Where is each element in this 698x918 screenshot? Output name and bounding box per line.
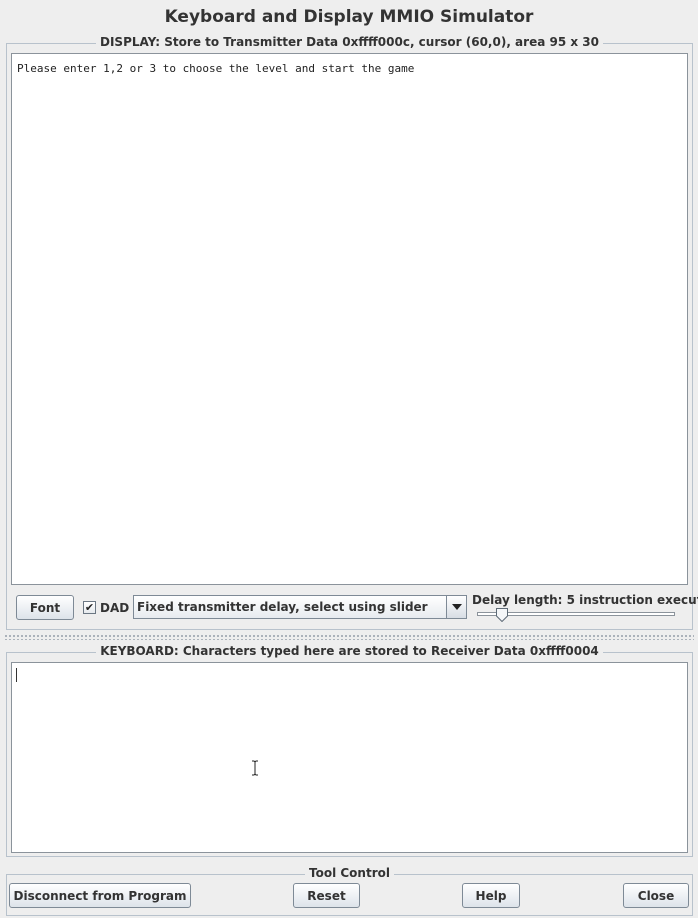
chevron-down-icon[interactable]: [446, 596, 466, 618]
tool-control-panel: Tool Control Disconnect from Program Res…: [6, 866, 693, 916]
dad-checkbox[interactable]: ✔: [83, 601, 96, 614]
display-panel: DISPLAY: Store to Transmitter Data 0xfff…: [6, 35, 698, 630]
font-button[interactable]: Font: [16, 595, 74, 620]
help-button[interactable]: Help: [462, 883, 520, 908]
disconnect-button[interactable]: Disconnect from Program: [9, 883, 191, 908]
delay-mode-selected-value: Fixed transmitter delay, select using sl…: [137, 600, 428, 614]
keyboard-legend: KEYBOARD: Characters typed here are stor…: [96, 644, 603, 658]
display-legend: DISPLAY: Store to Transmitter Data 0xfff…: [96, 35, 603, 49]
delay-mode-select[interactable]: Fixed transmitter delay, select using sl…: [133, 595, 467, 619]
keyboard-input-area[interactable]: [11, 662, 688, 853]
reset-button[interactable]: Reset: [293, 883, 360, 908]
delay-slider[interactable]: [477, 608, 677, 626]
keyboard-panel: KEYBOARD: Characters typed here are stor…: [6, 644, 693, 857]
panel-splitter[interactable]: [4, 634, 694, 640]
text-cursor-icon: [252, 760, 258, 776]
window-title: Keyboard and Display MMIO Simulator: [164, 7, 534, 27]
tool-control-legend: Tool Control: [305, 866, 394, 880]
slider-thumb-icon[interactable]: [496, 608, 508, 622]
delay-length-label: Delay length: 5 instruction executions: [472, 593, 698, 607]
display-output-text: Please enter 1,2 or 3 to choose the leve…: [17, 62, 415, 75]
text-caret: [16, 668, 17, 682]
dad-label: DAD: [100, 601, 130, 615]
checkmark-icon: ✔: [84, 601, 95, 614]
display-text-area[interactable]: Please enter 1,2 or 3 to choose the leve…: [11, 53, 688, 585]
close-button[interactable]: Close: [623, 883, 689, 908]
